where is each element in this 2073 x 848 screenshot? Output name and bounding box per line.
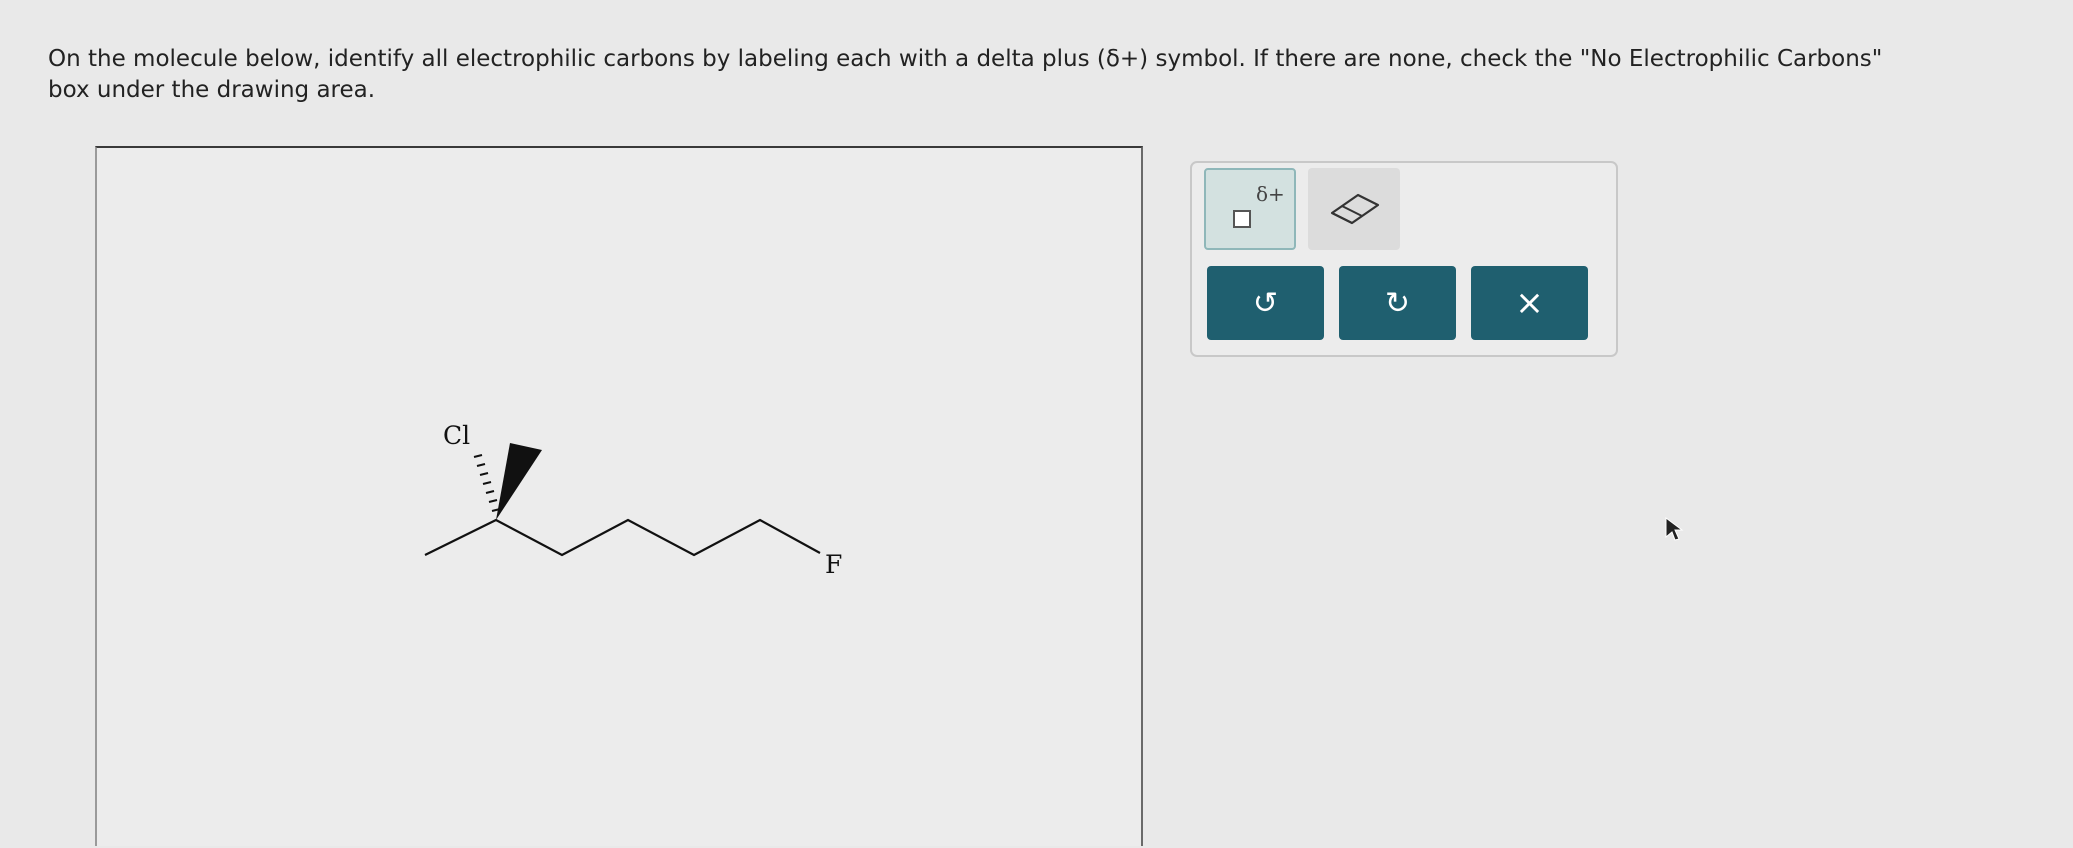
mouse-pointer-icon [1665, 517, 1684, 541]
undo-arrow-icon: ↺ [1252, 285, 1279, 321]
redo-arrow-icon: ↻ [1384, 285, 1411, 321]
atom-box-icon [1233, 210, 1251, 228]
delta-plus-icon: δ+ [1256, 182, 1285, 206]
carbon-chain-bonds[interactable] [424, 518, 821, 557]
fluorine-atom-label[interactable]: F [825, 550, 842, 579]
eraser-icon [1330, 193, 1380, 225]
wedge-bond[interactable] [496, 443, 542, 520]
delta-plus-tool-button[interactable]: δ+ [1204, 168, 1296, 250]
question-instructions: On the molecule below, identify all elec… [48, 44, 2038, 106]
redo-button[interactable]: ↻ [1339, 266, 1456, 340]
close-x-icon: × [1515, 283, 1544, 323]
chlorine-atom-label[interactable]: Cl [443, 421, 470, 450]
eraser-tool-button[interactable] [1308, 168, 1400, 250]
instructions-line-1: On the molecule below, identify all elec… [48, 46, 1883, 72]
hashed-bond[interactable] [473, 454, 501, 512]
drawing-toolbar: δ+ ↺ ↻ × [1190, 161, 1618, 357]
drawing-area[interactable]: Cl F [95, 146, 1143, 846]
clear-button[interactable]: × [1471, 266, 1588, 340]
undo-button[interactable]: ↺ [1207, 266, 1324, 340]
instructions-line-2: box under the drawing area. [48, 77, 376, 103]
molecule-structure[interactable]: Cl F [97, 148, 1145, 848]
